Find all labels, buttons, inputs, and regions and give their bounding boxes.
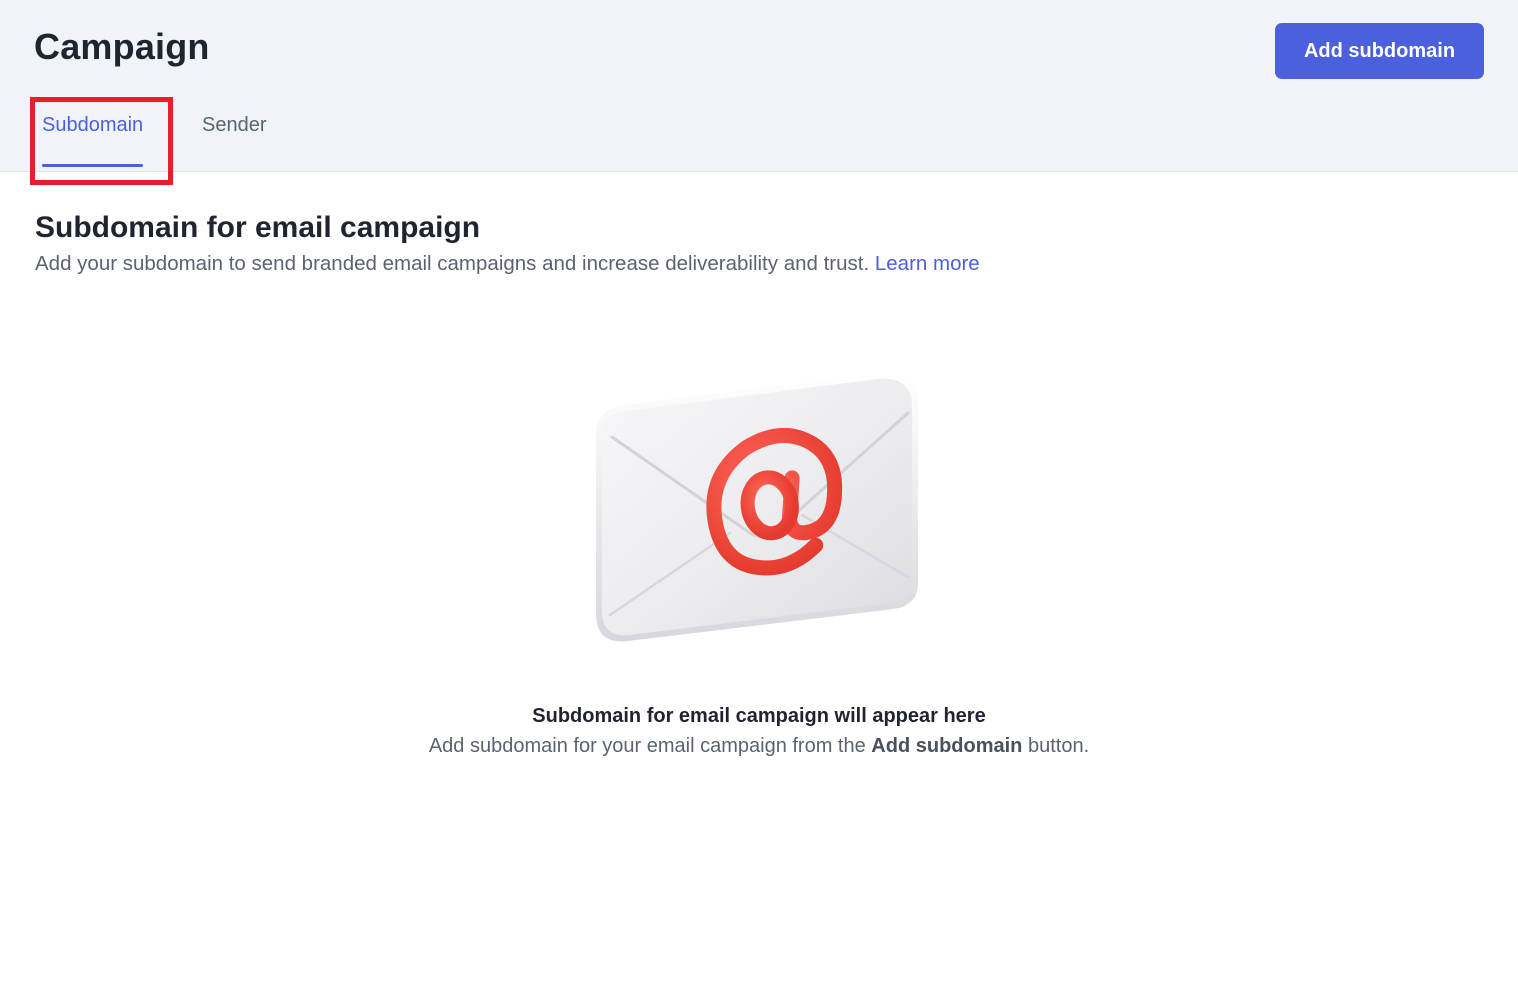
tab-sender[interactable]: Sender [202,98,267,172]
empty-state-desc-suffix: button. [1027,735,1090,757]
tab-bar: Subdomain Sender [0,98,600,172]
section-description: Add your subdomain to send branded email… [35,252,980,276]
active-tab-indicator [42,164,144,167]
empty-state-desc-prefix: Add subdomain for your email campaign fr… [428,735,866,757]
envelope-at-icon [596,372,918,642]
empty-state-desc-bold: Add subdomain [871,735,1023,757]
page-title: Campaign [34,26,210,67]
tab-subdomain[interactable]: Subdomain [42,98,144,172]
tab-subdomain-label: Subdomain [42,114,144,136]
learn-more-link[interactable]: Learn more [875,252,980,275]
empty-state-description: Add subdomain for your email campaign fr… [0,735,1518,758]
empty-state-title: Subdomain for email campaign will appear… [532,705,986,727]
section-title: Subdomain for email campaign [35,211,481,244]
tab-sender-label: Sender [202,114,267,136]
add-subdomain-button[interactable]: Add subdomain [1275,23,1484,79]
page-header: Campaign Add subdomain Subdomain Sender [0,0,1518,172]
section-description-text: Add your subdomain to send branded email… [35,252,870,275]
